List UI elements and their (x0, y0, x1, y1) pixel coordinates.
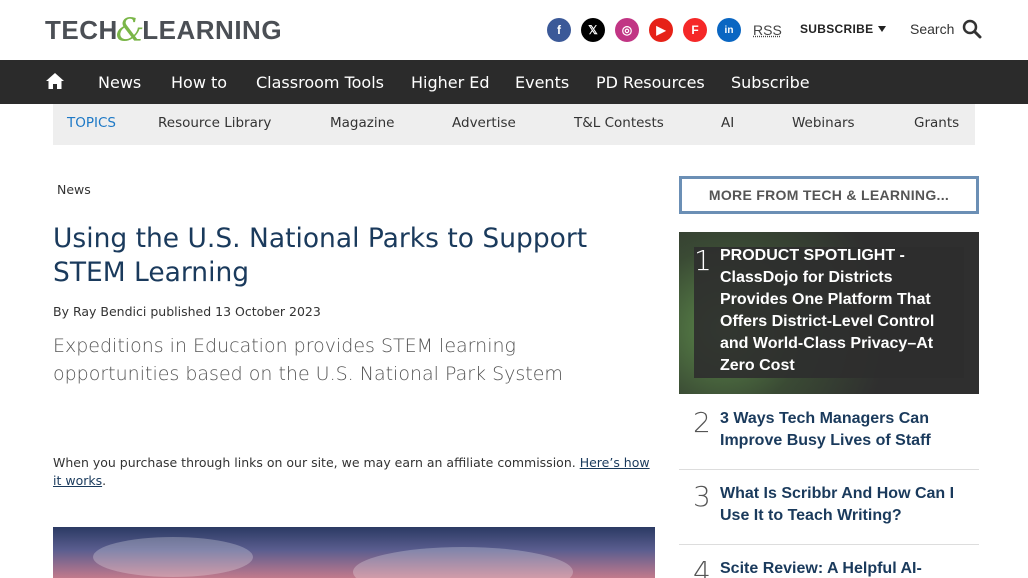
flipboard-icon[interactable]: F (683, 18, 707, 42)
byline-published: published (150, 304, 212, 319)
list-item[interactable]: 2 3 Ways Tech Managers Can Improve Busy … (679, 398, 979, 470)
article-standfirst: Expeditions in Education provides STEM l… (53, 335, 563, 385)
rss-link[interactable]: RSS (753, 22, 782, 38)
topic-grants[interactable]: Grants (914, 115, 959, 131)
nav-item-how-to[interactable]: How to (171, 73, 227, 92)
featured-card: 1 PRODUCT SPOTLIGHT - ClassDojo for Dist… (694, 244, 964, 378)
list-item-title[interactable]: 3 Ways Tech Managers Can Improve Busy Li… (720, 408, 965, 452)
hero-cloud (93, 537, 253, 577)
topic-resource-library[interactable]: Resource Library (158, 115, 271, 131)
hero-image (53, 527, 655, 578)
list-item[interactable]: 4 Scite Review: A Helpful AI- (679, 545, 979, 578)
list-item-rank: 4 (693, 555, 711, 578)
topic-advertise[interactable]: Advertise (452, 115, 516, 131)
author-link[interactable]: Ray Bendici (73, 304, 146, 319)
more-from-heading: MORE FROM TECH & LEARNING... (679, 176, 979, 214)
article-headline: Using the U.S. National Parks to Support… (53, 223, 588, 288)
caret-down-icon (878, 26, 887, 32)
affiliate-end: . (102, 473, 107, 488)
list-item-title[interactable]: Scite Review: A Helpful AI- (720, 558, 965, 578)
nav-item-classroom-tools[interactable]: Classroom Tools (256, 73, 384, 92)
affiliate-text: When you purchase through links on our s… (53, 455, 576, 470)
logo-learning: LEARNING (142, 14, 283, 45)
topic-tl-contests[interactable]: T&L Contests (574, 115, 664, 131)
topics-label: TOPICS (67, 115, 116, 131)
subscribe-dropdown[interactable]: SUBSCRIBE (800, 22, 887, 36)
featured-story[interactable]: 1 PRODUCT SPOTLIGHT - ClassDojo for Dist… (679, 232, 979, 394)
publish-date: 13 October 2023 (215, 304, 321, 319)
byline: By Ray Bendici published 13 October 2023 (53, 304, 321, 319)
featured-title[interactable]: PRODUCT SPOTLIGHT - ClassDojo for Distri… (720, 245, 950, 377)
home-icon[interactable] (45, 72, 65, 90)
site-header: TECH & LEARNING f 𝕏 ◎ ▶ F in RSS SUBSCRI… (0, 0, 1028, 60)
topic-ai[interactable]: AI (721, 115, 734, 131)
nav-item-pd-resources[interactable]: PD Resources (596, 73, 705, 92)
list-item-title[interactable]: What Is Scribbr And How Can I Use It to … (720, 483, 965, 527)
logo-ampersand: & (115, 11, 145, 49)
breadcrumb[interactable]: News (57, 182, 91, 197)
hero-cloud (353, 547, 573, 578)
search-button[interactable]: Search (910, 19, 982, 39)
nav-item-news[interactable]: News (98, 73, 141, 92)
site-logo[interactable]: TECH & LEARNING (45, 11, 283, 49)
topic-webinars[interactable]: Webinars (792, 115, 855, 131)
byline-by: By (53, 304, 69, 319)
topics-bar: TOPICS Resource Library Magazine Adverti… (53, 104, 975, 145)
instagram-icon[interactable]: ◎ (615, 18, 639, 42)
topic-magazine[interactable]: Magazine (330, 115, 394, 131)
logo-tech: TECH (45, 14, 118, 45)
main-nav: News How to Classroom Tools Higher Ed Ev… (0, 60, 1028, 104)
x-icon[interactable]: 𝕏 (581, 18, 605, 42)
search-label: Search (910, 21, 955, 37)
list-item[interactable]: 3 What Is Scribbr And How Can I Use It t… (679, 470, 979, 545)
subscribe-label: SUBSCRIBE (800, 22, 874, 36)
list-item-rank: 2 (693, 406, 711, 439)
linkedin-icon[interactable]: in (717, 18, 741, 42)
nav-item-events[interactable]: Events (515, 73, 569, 92)
youtube-icon[interactable]: ▶ (649, 18, 673, 42)
list-item-rank: 3 (693, 480, 711, 513)
social-links: f 𝕏 ◎ ▶ F in RSS (547, 18, 782, 42)
featured-rank: 1 (694, 244, 712, 277)
facebook-icon[interactable]: f (547, 18, 571, 42)
nav-item-subscribe[interactable]: Subscribe (731, 73, 810, 92)
nav-item-higher-ed[interactable]: Higher Ed (411, 73, 490, 92)
more-from-label: MORE FROM TECH & LEARNING... (708, 187, 950, 203)
affiliate-disclosure: When you purchase through links on our s… (53, 454, 653, 490)
search-icon (963, 19, 982, 39)
